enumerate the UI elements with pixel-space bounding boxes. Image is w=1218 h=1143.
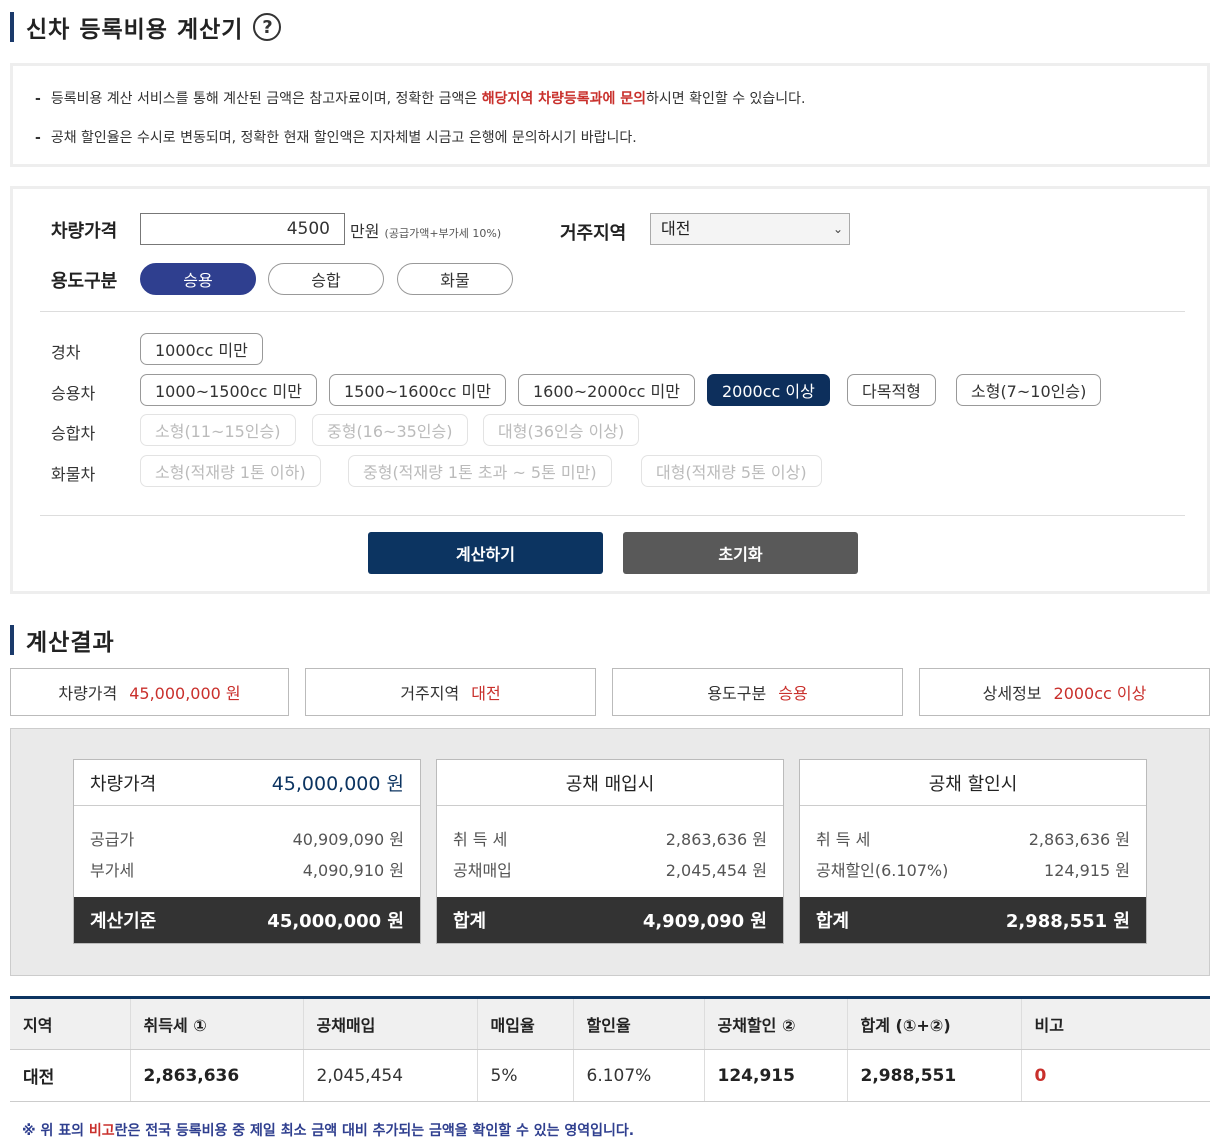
- card-row: 공채매입 2,045,454 원: [453, 861, 767, 880]
- table-cell: 2,863,636: [130, 1049, 304, 1102]
- usage-option-sedan[interactable]: 승용: [140, 263, 256, 295]
- category-label-passenger: 승용차: [51, 384, 96, 403]
- option-passenger-small-7-10[interactable]: 소형(7~10인승): [956, 374, 1102, 406]
- notice-line-1: - 등록비용 계산 서비스를 통해 계산된 금액은 참고자료이며, 정확한 금액은…: [35, 91, 806, 107]
- calculator-form: 차량가격 4500 만원 (공급가액+부가세 10%) 거주지역 대전 ⌄ 용도…: [10, 186, 1210, 594]
- card-row: 취 득 세 2,863,636 원: [816, 830, 1130, 849]
- table-header: 할인율: [573, 997, 705, 1050]
- card-vehicle-price: 차량가격 45,000,000 원 공급가 40,909,090 원 부가세 4,0…: [73, 759, 421, 944]
- option-truck-medium: 중형(적재량 1톤 초과 ~ 5톤 미만): [348, 455, 612, 487]
- table-header: 매입율: [477, 997, 574, 1050]
- table-header: 공채할인 ②: [704, 997, 848, 1050]
- card-row: 부가세 4,090,910 원: [90, 861, 404, 880]
- table-row: 대전 2,863,636 2,045,454 5% 6.107% 124,915…: [10, 1049, 1210, 1102]
- price-input[interactable]: 4500: [140, 213, 345, 245]
- option-passenger-1600-2000[interactable]: 1600~2000cc 미만: [518, 374, 695, 406]
- card-head: 차량가격 45,000,000 원: [74, 760, 420, 806]
- card-row: 취 득 세 2,863,636 원: [453, 830, 767, 849]
- help-icon[interactable]: ?: [253, 13, 282, 41]
- page-title: 신차 등록비용 계산기: [26, 17, 244, 43]
- summary-usage: 용도구분 승용: [612, 668, 903, 716]
- summary-region: 거주지역 대전: [305, 668, 596, 716]
- usage-label: 용도구분: [51, 271, 118, 292]
- card-head: 공채 매입시: [437, 760, 783, 806]
- category-label-truck: 화물차: [51, 465, 96, 484]
- table-header: 공채매입: [303, 997, 478, 1050]
- notice-highlight: 해당지역 차량등록과에 문의: [481, 91, 647, 107]
- summary-price: 차량가격 45,000,000 원: [10, 668, 289, 716]
- option-van-large: 대형(36인승 이상): [483, 414, 640, 446]
- table-header: 취득세 ①: [130, 997, 304, 1050]
- table-cell: 2,045,454: [303, 1049, 478, 1102]
- result-title-row: 계산결과: [10, 623, 115, 657]
- card-row: 공채할인(6.107%) 124,915 원: [816, 861, 1130, 880]
- option-truck-small: 소형(적재량 1톤 이하): [140, 455, 321, 487]
- option-light-1000[interactable]: 1000cc 미만: [140, 333, 263, 365]
- option-passenger-1500-1600[interactable]: 1500~1600cc 미만: [329, 374, 506, 406]
- usage-option-truck[interactable]: 화물: [397, 263, 513, 295]
- reset-button[interactable]: 초기화: [623, 532, 858, 574]
- divider: [40, 515, 1185, 516]
- card-total: 계산기준 45,000,000 원: [74, 897, 420, 943]
- category-label-van: 승합차: [51, 424, 96, 443]
- option-van-small: 소형(11~15인승): [140, 414, 296, 446]
- chevron-down-icon: ⌄: [832, 222, 843, 236]
- table-cell: 2,988,551: [847, 1049, 1022, 1102]
- table-cell: 6.107%: [573, 1049, 705, 1102]
- price-label: 차량가격: [51, 221, 118, 242]
- result-table: 지역 취득세 ① 공채매입 매입율 할인율 공채할인 ② 합계 (①+②) 비고…: [10, 996, 1210, 1102]
- option-passenger-2000-plus[interactable]: 2000cc 이상: [707, 374, 830, 406]
- card-total: 합계 2,988,551 원: [800, 897, 1146, 943]
- page-title-row: 신차 등록비용 계산기 ?: [10, 10, 282, 44]
- table-cell: 대전: [10, 1049, 131, 1102]
- region-label: 거주지역: [560, 223, 627, 244]
- usage-option-van[interactable]: 승합: [268, 263, 384, 295]
- table-header: 지역: [10, 997, 131, 1050]
- dash-icon: -: [35, 130, 41, 146]
- divider: [40, 311, 1185, 312]
- summary-detail: 상세정보 2000cc 이상: [919, 668, 1210, 716]
- table-header-row: 지역 취득세 ① 공채매입 매입율 할인율 공채할인 ② 합계 (①+②) 비고: [10, 997, 1210, 1050]
- notice-line-2: - 공채 할인율은 수시로 변동되며, 정확한 현재 할인액은 지자체별 시금고 …: [35, 130, 637, 146]
- title-accent-bar: [10, 625, 14, 655]
- calculate-button[interactable]: 계산하기: [368, 532, 603, 574]
- footnote: ※ 위 표의 비고란은 전국 등록비용 중 제일 최소 금액 대비 추가되는 금…: [22, 1123, 635, 1139]
- option-passenger-1000-1500[interactable]: 1000~1500cc 미만: [140, 374, 317, 406]
- notice-box: - 등록비용 계산 서비스를 통해 계산된 금액은 참고자료이며, 정확한 금액은…: [10, 63, 1210, 167]
- table-cell: 5%: [477, 1049, 574, 1102]
- table-header: 합계 (①+②): [847, 997, 1022, 1050]
- option-van-medium: 중형(16~35인승): [312, 414, 468, 446]
- option-passenger-multipurpose[interactable]: 다목적형: [847, 374, 936, 406]
- category-label-light: 경차: [51, 343, 81, 362]
- option-truck-large: 대형(적재량 5톤 이상): [641, 455, 822, 487]
- card-head: 공채 할인시: [800, 760, 1146, 806]
- dash-icon: -: [35, 91, 41, 107]
- region-select[interactable]: 대전 ⌄: [650, 213, 850, 245]
- table-cell: 124,915: [704, 1049, 848, 1102]
- title-accent-bar: [10, 12, 14, 42]
- price-unit: 만원 (공급가액+부가세 10%): [350, 222, 502, 241]
- card-total: 합계 4,909,090 원: [437, 897, 783, 943]
- table-cell: 0: [1021, 1049, 1210, 1102]
- result-title: 계산결과: [26, 630, 115, 656]
- card-bond-discount: 공채 할인시 취 득 세 2,863,636 원 공채할인(6.107%) 124,…: [799, 759, 1147, 944]
- card-bond-purchase: 공채 매입시 취 득 세 2,863,636 원 공채매입 2,045,454 원 …: [436, 759, 784, 944]
- result-cards-panel: 차량가격 45,000,000 원 공급가 40,909,090 원 부가세 4,0…: [10, 728, 1210, 976]
- table-header: 비고: [1021, 997, 1210, 1050]
- card-row: 공급가 40,909,090 원: [90, 830, 404, 849]
